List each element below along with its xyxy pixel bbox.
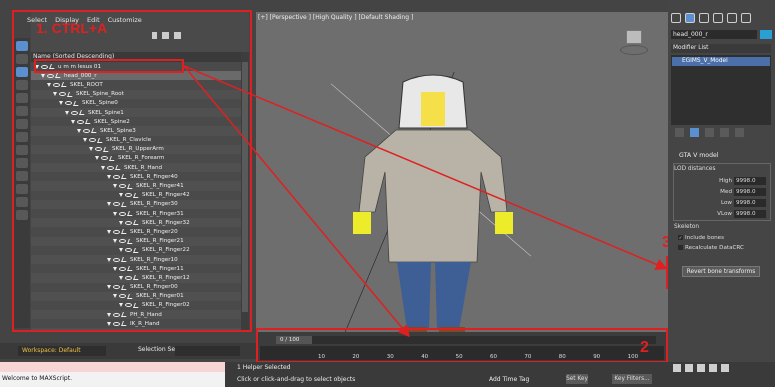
lod-row-vlow: VLow 9998.0: [698, 210, 770, 219]
lod-value-field[interactable]: 9998.0: [734, 199, 766, 207]
pin-stack-icon[interactable]: [675, 128, 684, 137]
selection-set-dropdown[interactable]: [175, 346, 240, 356]
selection-set-label: Selection Set:: [138, 346, 180, 353]
arrow-to-revert: [183, 65, 668, 271]
skeleton-title: Skeleton: [674, 224, 700, 230]
rollout-title[interactable]: GTA V model: [671, 152, 771, 162]
lod-value-field[interactable]: 9998.0: [734, 210, 766, 218]
include-bones-checkbox[interactable]: ✓ Include bones: [678, 235, 724, 241]
make-unique-icon[interactable]: [705, 128, 714, 137]
playback-controls: [672, 364, 772, 386]
go-to-end-icon[interactable]: [720, 364, 729, 372]
prompt-hint: Click or click-and-drag to select object…: [237, 376, 356, 383]
modifier-stack-item[interactable]: EGIMS_V_Model: [672, 57, 770, 66]
hierarchy-tab-icon[interactable]: [699, 13, 709, 23]
modify-tab-icon[interactable]: [685, 13, 695, 23]
command-panel: head_000_r Modifier List EGIMS_V_Model G…: [668, 0, 775, 362]
lod-row-high: High 9998.0: [698, 177, 770, 186]
remove-modifier-icon[interactable]: [720, 128, 729, 137]
checkbox-label: Include bones: [685, 235, 725, 241]
lod-row-med: Med 9998.0: [698, 188, 770, 197]
revert-bone-transforms-button[interactable]: Revert bone transforms: [682, 266, 760, 277]
object-name-field[interactable]: head_000_r: [671, 30, 757, 39]
lod-title: LOD distances: [674, 166, 716, 172]
annotation-arrows: [183, 65, 668, 338]
maxscript-output: Welcome to MAXScript.: [2, 375, 72, 382]
checkbox-box[interactable]: ✓: [678, 235, 683, 240]
selection-status: 1 Helper Selected: [237, 364, 291, 371]
key-filters-button[interactable]: Key Filters...: [612, 374, 652, 384]
lod-label: Med: [720, 189, 732, 195]
arrow-to-timeline: [183, 65, 410, 338]
utilities-tab-icon[interactable]: [741, 13, 751, 23]
lod-row-low: Low 9998.0: [698, 199, 770, 208]
lod-label: High: [719, 178, 732, 184]
display-tab-icon[interactable]: [727, 13, 737, 23]
next-frame-icon[interactable]: [708, 364, 717, 372]
maxscript-input-line[interactable]: [0, 362, 225, 372]
create-tab-icon[interactable]: [671, 13, 681, 23]
workspace-dropdown[interactable]: Workspace: Default: [18, 346, 106, 356]
set-key-button[interactable]: Set Key: [566, 374, 588, 384]
checkbox-label: Recalculate DataCRC: [685, 245, 744, 251]
maxscript-listener[interactable]: Welcome to MAXScript.: [0, 362, 225, 387]
go-to-start-icon[interactable]: [673, 364, 681, 372]
play-icon[interactable]: [696, 364, 705, 372]
object-color-swatch[interactable]: [760, 30, 772, 39]
modifier-stack: EGIMS_V_Model: [671, 55, 771, 125]
configure-sets-icon[interactable]: [735, 128, 744, 137]
previous-frame-icon[interactable]: [684, 364, 693, 372]
lod-label: Low: [720, 200, 732, 206]
lod-label: VLow: [717, 211, 732, 217]
lod-value-field[interactable]: 9998.0: [734, 177, 766, 185]
motion-tab-icon[interactable]: [713, 13, 723, 23]
lod-value-field[interactable]: 9998.0: [734, 188, 766, 196]
checkbox-box[interactable]: [678, 245, 683, 250]
command-panel-tabs: [668, 10, 775, 28]
modifier-list-dropdown[interactable]: Modifier List: [671, 44, 771, 53]
recalc-checkbox[interactable]: Recalculate DataCRC: [678, 245, 744, 251]
show-end-result-icon[interactable]: [690, 128, 699, 137]
add-time-tag-button[interactable]: Add Time Tag: [489, 376, 529, 383]
app-window: Select Display Edit Customize Name (Sort…: [0, 0, 775, 387]
modifier-stack-tools: [671, 128, 771, 140]
